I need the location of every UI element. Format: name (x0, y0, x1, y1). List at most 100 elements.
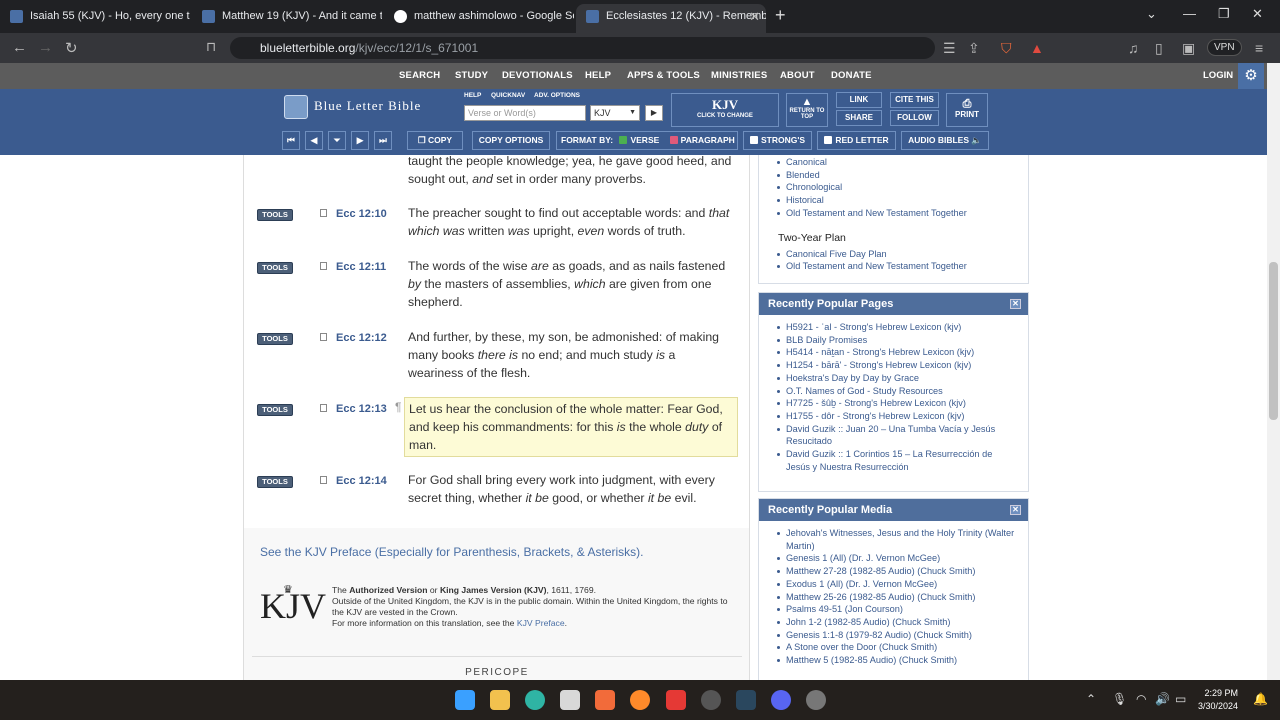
follow-button[interactable]: FOLLOW (890, 110, 939, 126)
popular-media-link[interactable]: A Stone over the Door (Chuck Smith) (777, 641, 1018, 654)
kjv-version-button[interactable]: KJV CLICK TO CHANGE (671, 93, 779, 127)
popular-page-link[interactable]: O.T. Names of God - Study Resources (777, 385, 1018, 398)
new-tab-icon[interactable]: + (775, 5, 786, 26)
browser-tab-isaiah[interactable]: Isaiah 55 (KJV) - Ho, every one that t (0, 4, 190, 29)
strongs-toggle[interactable]: STRONG'S (743, 131, 812, 150)
obs-icon[interactable] (701, 690, 721, 710)
mic-icon[interactable]: 🎙 (1112, 692, 1127, 706)
popular-page-link[interactable]: Hoekstra's Day by Day by Grace (777, 372, 1018, 385)
notification-icon[interactable]: 🔔 (1253, 692, 1268, 706)
blb-logo[interactable]: Blue Letter Bible (284, 95, 421, 119)
popular-page-link[interactable]: H1755 - dôr - Strong's Hebrew Lexicon (k… (777, 410, 1018, 423)
back-icon[interactable]: ← (12, 39, 27, 56)
popular-media-link[interactable]: Exodus 1 (All) (Dr. J. Vernon McGee) (777, 578, 1018, 591)
volume-icon[interactable]: 🔊 (1155, 692, 1170, 706)
print-button[interactable]: ⎙ PRINT (946, 93, 988, 127)
popular-media-link[interactable]: Genesis 1 (All) (Dr. J. Vernon McGee) (777, 552, 1018, 565)
steam-icon[interactable] (736, 690, 756, 710)
popular-media-link[interactable]: Matthew 5 (1982-85 Audio) (Chuck Smith) (777, 654, 1018, 667)
popular-media-link[interactable]: Matthew 25-26 (1982-85 Audio) (Chuck Smi… (777, 591, 1018, 604)
kjv-preface-inline-link[interactable]: KJV Preface (517, 618, 565, 628)
file-explorer-icon[interactable] (490, 690, 510, 710)
format-paragraph-option[interactable]: PARAGRAPH (669, 135, 735, 145)
copy-options-button[interactable]: COPY OPTIONS (472, 131, 550, 150)
login-link[interactable]: LOGIN (1203, 63, 1233, 89)
browser-tab-ecclesiastes[interactable]: Ecclesiastes 12 (KJV) - Rememb ✕ (576, 4, 766, 33)
store-icon[interactable] (560, 690, 580, 710)
quicknav-link[interactable]: QUICKNAV (491, 92, 525, 99)
verse-select-checkbox[interactable] (320, 262, 327, 270)
bookmark-icon[interactable]: ⊓ (206, 39, 216, 55)
discord-icon[interactable] (771, 690, 791, 710)
next-chapter-icon[interactable]: ▶ (351, 131, 369, 150)
menu-icon[interactable]: ≡ (1255, 40, 1263, 56)
reading-plan-link[interactable]: Canonical Five Day Plan (777, 248, 1018, 261)
return-to-top-button[interactable]: ▲ RETURN TO TOP (786, 93, 828, 127)
brave-icon[interactable] (595, 690, 615, 710)
tab-search-icon[interactable]: ⌄ (1146, 6, 1157, 22)
red-letter-toggle[interactable]: RED LETTER (817, 131, 896, 150)
popular-media-link[interactable]: Jehovah's Witnesses, Jesus and the Holy … (777, 527, 1018, 552)
maximize-icon[interactable]: ❐ (1218, 6, 1230, 22)
sidebar-icon[interactable]: ▯ (1155, 40, 1163, 57)
edge-icon[interactable] (525, 690, 545, 710)
popular-media-link[interactable]: Psalms 49-51 (Jon Courson) (777, 603, 1018, 616)
brave-rewards-icon[interactable]: ▲ (1030, 40, 1044, 56)
popular-page-link[interactable]: H5414 - nāṯan - Strong's Hebrew Lexicon … (777, 346, 1018, 359)
popular-media-link[interactable]: Genesis 1:1-8 (1979-82 Audio) (Chuck Smi… (777, 629, 1018, 642)
verse-select-checkbox[interactable] (320, 209, 327, 217)
popular-page-link[interactable]: H7725 - šûḇ - Strong's Hebrew Lexicon (k… (777, 397, 1018, 410)
last-chapter-icon[interactable]: ⏭ (374, 131, 392, 150)
verse-select-checkbox[interactable] (320, 404, 327, 412)
verse-ref[interactable]: Ecc 12:14 (336, 475, 387, 487)
nav-ministries[interactable]: MINISTRIES (711, 63, 767, 89)
media-player-icon[interactable] (806, 690, 826, 710)
close-window-icon[interactable]: ✕ (1252, 6, 1263, 22)
minimize-icon[interactable]: — (1183, 6, 1196, 21)
verse-select-checkbox[interactable] (320, 476, 327, 484)
tray-chevron-icon[interactable]: ⌃ (1086, 692, 1096, 706)
scrollbar-thumb[interactable] (1269, 262, 1278, 420)
browser-tab-google[interactable]: matthew ashimolowo - Google Sear (384, 4, 574, 29)
cite-this-button[interactable]: CITE THIS (890, 92, 939, 108)
nav-devotionals[interactable]: DEVOTIONALS (502, 63, 573, 89)
windows-start-icon[interactable] (455, 690, 475, 710)
close-icon[interactable]: ✕ (1010, 505, 1021, 515)
reader-icon[interactable]: ☰ (943, 40, 956, 57)
verse-ref[interactable]: Ecc 12:11 (336, 261, 386, 273)
help-link[interactable]: HELP (464, 92, 481, 99)
share-button[interactable]: SHARE (836, 110, 882, 126)
audio-bibles-button[interactable]: AUDIO BIBLES 🔈 (901, 131, 989, 150)
nav-search[interactable]: SEARCH (399, 63, 440, 89)
nav-about[interactable]: ABOUT (780, 63, 815, 89)
media-icon[interactable]: ♫ (1128, 40, 1139, 56)
youtube-icon[interactable] (666, 690, 686, 710)
nav-apps-tools[interactable]: APPS & TOOLS (627, 63, 700, 89)
gear-icon[interactable]: ⚙ (1238, 63, 1264, 89)
tools-button[interactable]: TOOLS (257, 476, 293, 488)
battery-icon[interactable]: ▭ (1175, 692, 1186, 706)
reading-plan-link[interactable]: Chronological (777, 181, 1018, 194)
prev-chapter-icon[interactable]: ◀ (305, 131, 323, 150)
popular-page-link[interactable]: H1254 - bārā' - Strong's Hebrew Lexicon … (777, 359, 1018, 372)
forward-icon[interactable]: → (38, 39, 53, 56)
wallet-icon[interactable]: ▣ (1182, 40, 1195, 57)
firefox-icon[interactable] (630, 690, 650, 710)
nav-study[interactable]: STUDY (455, 63, 488, 89)
verse-ref[interactable]: Ecc 12:13 (336, 403, 387, 415)
popular-media-link[interactable]: John 1-2 (1982-85 Audio) (Chuck Smith) (777, 616, 1018, 629)
nav-donate[interactable]: DONATE (831, 63, 872, 89)
close-tab-icon[interactable]: ✕ (749, 4, 760, 29)
popular-page-link[interactable]: David Guzik :: 1 Corintios 15 – La Resur… (777, 448, 1018, 473)
url-bar[interactable]: blueletterbible.org/kjv/ecc/12/1/s_67100… (230, 37, 935, 59)
chapter-list-icon[interactable]: ⏷ (328, 131, 346, 150)
reading-plan-link[interactable]: Canonical (777, 156, 1018, 169)
reading-plan-link[interactable]: Blended (777, 169, 1018, 182)
browser-tab-matthew[interactable]: Matthew 19 (KJV) - And it came to p (192, 4, 382, 29)
adv-options-link[interactable]: ADV. OPTIONS (534, 92, 580, 99)
verse-ref[interactable]: Ecc 12:12 (336, 332, 387, 344)
search-go-button[interactable]: ▶ (645, 105, 663, 121)
tools-button[interactable]: TOOLS (257, 333, 293, 345)
tools-button[interactable]: TOOLS (257, 262, 293, 274)
share-icon[interactable]: ⇪ (968, 40, 980, 57)
